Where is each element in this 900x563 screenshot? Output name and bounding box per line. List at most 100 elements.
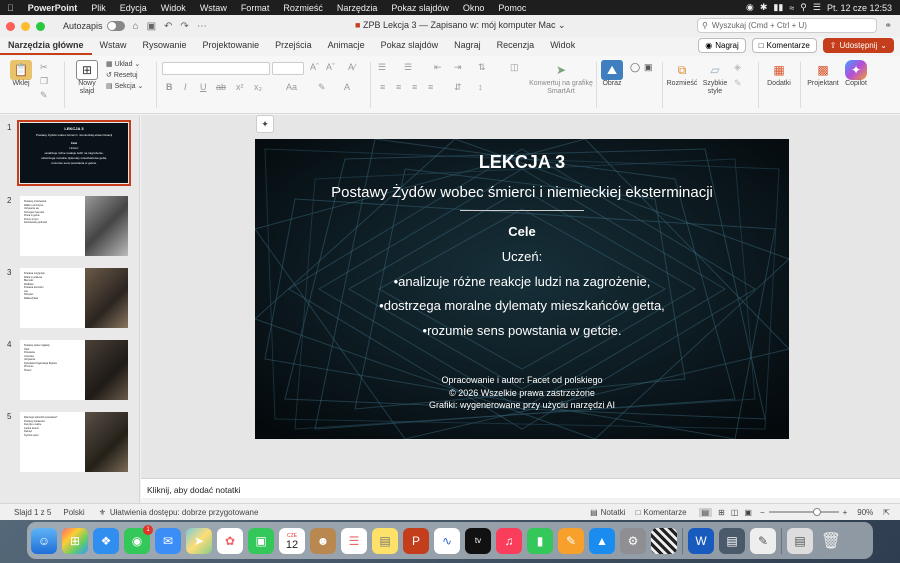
font-size-dropdown[interactable] xyxy=(272,62,304,75)
more-icon[interactable]: ⋯ xyxy=(197,21,207,32)
chess-icon[interactable] xyxy=(651,527,677,554)
picture-button[interactable]: ⛰ Obraz xyxy=(600,60,624,87)
tab-transitions[interactable]: Przejścia xyxy=(267,37,320,55)
layout-button[interactable]: ▦ Układ ⌄ xyxy=(106,60,143,68)
menu-format[interactable]: Format xyxy=(234,3,277,13)
downloads-stack-icon[interactable]: ▤ xyxy=(787,527,813,554)
fit-to-window-icon[interactable]: ⇱ xyxy=(883,508,890,517)
calendar-icon[interactable]: CZE 12 xyxy=(279,527,305,554)
format-painter-icon[interactable]: ✎ xyxy=(40,90,48,101)
new-slide-button[interactable]: ⊞ Nowy slajd xyxy=(72,60,102,96)
zoom-level[interactable]: 90% xyxy=(857,508,873,517)
decrease-indent-icon[interactable]: ⇤ xyxy=(434,62,442,73)
goal-item-2[interactable]: •dostrzega moralne dylematy mieszkańców … xyxy=(255,298,789,313)
subscript-icon[interactable]: x₂ xyxy=(254,82,262,92)
search-field[interactable]: ⚲ Wyszukaj (Cmd + Ctrl + U) xyxy=(697,18,877,33)
menu-insert[interactable]: Wstaw xyxy=(193,3,234,13)
reminders-icon[interactable]: ☰ xyxy=(341,527,367,554)
numbering-icon[interactable]: ☰ xyxy=(404,62,412,73)
addins-button[interactable]: ▦ Dodatki xyxy=(764,60,794,87)
tab-draw[interactable]: Rysowanie xyxy=(135,37,195,55)
tab-review[interactable]: Recenzja xyxy=(489,37,543,55)
menu-slideshow[interactable]: Pokaz slajdów xyxy=(384,3,456,13)
credit-copyright[interactable]: © 2026 Wszelkie prawa zastrzeżone xyxy=(255,388,789,398)
minimize-window-button[interactable] xyxy=(21,21,30,31)
notes-toggle-icon[interactable]: ▤ xyxy=(590,508,598,517)
messages-icon[interactable]: ◉ 1 xyxy=(124,524,153,554)
textbox-icon[interactable]: ▣ xyxy=(644,62,653,73)
menu-window[interactable]: Okno xyxy=(456,3,492,13)
comments-toggle[interactable]: Komentarze xyxy=(643,508,686,517)
menu-edit[interactable]: Edycja xyxy=(113,3,154,13)
home-icon[interactable]: ⌂ xyxy=(133,21,139,32)
menu-tools[interactable]: Narzędzia xyxy=(330,3,385,13)
menu-help[interactable]: Pomoc xyxy=(491,3,533,13)
columns-icon[interactable]: ◫ xyxy=(510,62,519,73)
menu-file[interactable]: Plik xyxy=(84,3,113,13)
bullets-icon[interactable]: ☰ xyxy=(378,62,386,73)
highlight-icon[interactable]: ✎ xyxy=(318,82,326,93)
app-store-icon[interactable]: ▲ xyxy=(589,527,615,554)
underline-icon[interactable]: U xyxy=(200,82,207,92)
accessibility-icon[interactable]: ⚜ xyxy=(99,508,106,517)
record-button[interactable]: ◉ Nagraj xyxy=(698,38,746,53)
arrange-button[interactable]: ⧉ Rozmieść xyxy=(666,60,698,88)
autosave-toggle[interactable] xyxy=(106,21,125,31)
document-title[interactable]: ■ ZPB Lekcja 3 — Zapisano w: mój kompute… xyxy=(355,20,566,31)
facetime-icon[interactable]: ▣ xyxy=(248,527,274,554)
close-window-button[interactable] xyxy=(6,21,15,31)
shapes-icon[interactable]: ◯ xyxy=(630,62,640,73)
clear-formatting-icon[interactable]: A∕ xyxy=(348,62,356,72)
redo-icon[interactable]: ↷ xyxy=(180,21,188,32)
preview-icon[interactable]: ▤ xyxy=(719,527,745,554)
quick-styles-button[interactable]: ▱ Szybkie style xyxy=(700,60,730,96)
safari-icon[interactable]: ❖ xyxy=(93,527,119,554)
share-button[interactable]: ⇧ Udostępnij ⌄ xyxy=(822,38,894,53)
powerpoint-icon[interactable]: P xyxy=(403,527,429,554)
launchpad-icon[interactable]: ⊞ xyxy=(62,527,88,554)
student-label[interactable]: Uczeń: xyxy=(255,249,789,264)
wifi-icon[interactable]: ≈ xyxy=(789,3,794,13)
normal-view-icon[interactable]: ▤ xyxy=(698,507,713,517)
credit-graphics[interactable]: Grafiki: wygenerowane przy użyciu narzęd… xyxy=(255,400,789,410)
italic-icon[interactable]: I xyxy=(184,82,187,92)
slide-sorter-icon[interactable]: ⊞ xyxy=(718,508,725,517)
zoom-out-button[interactable]: − xyxy=(760,508,765,517)
tab-insert[interactable]: Wstaw xyxy=(92,37,135,55)
zoom-window-button[interactable] xyxy=(36,21,45,31)
text-direction-icon[interactable]: ⇵ xyxy=(454,82,462,93)
font-name-dropdown[interactable] xyxy=(162,62,270,75)
paste-button[interactable]: 📋 Wklej xyxy=(6,60,36,87)
slide-thumbnail-2[interactable]: Postawy przetrwania Walka o przeżycie Uk… xyxy=(20,196,128,256)
superscript-icon[interactable]: x² xyxy=(236,82,244,92)
slide-thumbnail-4[interactable]: Postawy wobec zagłady Opór Powstanie Uci… xyxy=(20,340,128,400)
align-right-icon[interactable]: ≡ xyxy=(412,82,417,92)
accessibility-status[interactable]: Ułatwienia dostępu: dobrze przygotowane xyxy=(110,508,259,517)
notes-app-icon[interactable]: ▤ xyxy=(372,527,398,554)
justify-icon[interactable]: ≡ xyxy=(428,82,433,92)
tab-record[interactable]: Nagraj xyxy=(446,37,489,55)
reading-view-icon[interactable]: ◫ xyxy=(731,508,739,517)
slide-canvas[interactable]: LEKCJA 3 Postawy Żydów wobec śmierci i n… xyxy=(255,139,789,439)
slide-subtitle[interactable]: Postawy Żydów wobec śmierci i niemieckie… xyxy=(255,184,789,201)
goal-item-3[interactable]: •rozumie sens powstania w getcie. xyxy=(255,323,789,338)
strikethrough-icon[interactable]: ab xyxy=(216,82,226,92)
control-center-icon[interactable]: ☰ xyxy=(813,2,821,13)
slide-thumbnail-3[interactable]: Postawa rezygnacji Wiara w ocalenie Bier… xyxy=(20,268,128,328)
reset-button[interactable]: ↺ Resetuj xyxy=(106,71,143,79)
trash-icon[interactable]: 🗑 xyxy=(818,528,844,554)
numbers-icon[interactable]: ▮ xyxy=(527,527,553,554)
tab-animations[interactable]: Animacje xyxy=(320,37,373,55)
convert-smartart-button[interactable]: ➤ Konwertuj na grafikę SmartArt xyxy=(528,60,594,96)
menu-arrange[interactable]: Rozmieść xyxy=(276,3,330,13)
word-icon[interactable]: W xyxy=(688,527,714,554)
menu-view[interactable]: Widok xyxy=(154,3,193,13)
language-indicator[interactable]: Polski xyxy=(63,508,84,517)
undo-icon[interactable]: ↶ xyxy=(164,21,172,32)
textedit-icon[interactable]: ✎ xyxy=(750,527,776,554)
finder-icon[interactable]: ☺ xyxy=(31,527,57,554)
increase-indent-icon[interactable]: ⇥ xyxy=(454,62,462,73)
cut-icon[interactable]: ✂ xyxy=(40,62,48,73)
tab-view[interactable]: Widok xyxy=(542,37,583,55)
copilot-button[interactable]: ✦ Copilot xyxy=(842,60,870,87)
